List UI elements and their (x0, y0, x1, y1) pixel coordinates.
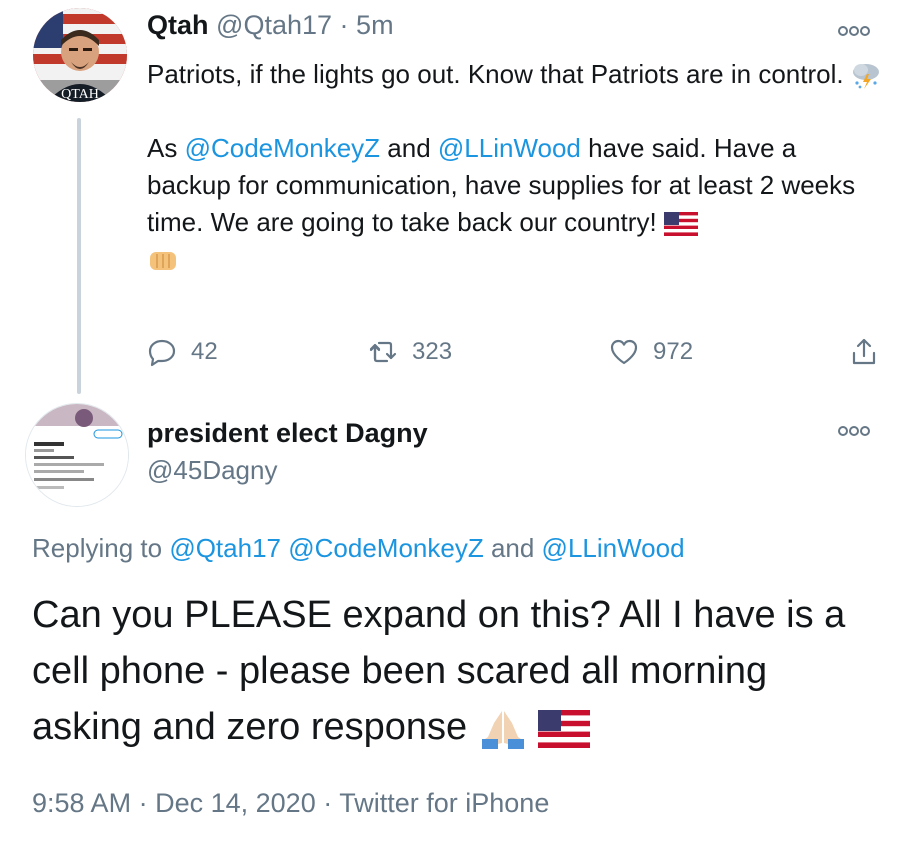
avatar-photo (26, 404, 128, 506)
thunderstorm-emoji (852, 64, 879, 90)
mention-link[interactable]: @Qtah17 (169, 533, 281, 563)
folded-hands-emoji (481, 710, 524, 749)
retweet-count: 323 (412, 338, 453, 365)
share-icon (852, 338, 876, 365)
thread-connector-line (77, 118, 81, 394)
more-icon[interactable] (838, 24, 870, 38)
share-button[interactable] (849, 332, 893, 372)
author-handle: @Qtah17 · 5m (216, 10, 394, 40)
tweet-text: Patriots, if the lights go out. Know tha… (147, 56, 887, 278)
mention-link[interactable]: @CodeMonkeyZ (288, 533, 483, 563)
tweet-time[interactable]: 9:58 AM (32, 788, 131, 818)
author-name[interactable]: Qtah (147, 10, 209, 40)
replying-to: Replying to @Qtah17 @CodeMonkeyZ and @LL… (32, 533, 685, 563)
mention-link[interactable]: @CodeMonkeyZ (185, 133, 380, 163)
tweet-metadata: 9:58 AM · Dec 14, 2020 · Twitter for iPh… (32, 788, 550, 818)
avatar[interactable]: QTAH (33, 8, 127, 102)
like-count: 972 (653, 338, 694, 365)
like-icon (610, 339, 638, 365)
retweet-icon (369, 341, 397, 363)
retweet-button[interactable]: 323 (368, 332, 452, 372)
mention-link[interactable]: @LLinWood (542, 533, 685, 563)
fist-bump-emoji (150, 252, 176, 271)
more-icon[interactable] (838, 424, 870, 438)
author-handle[interactable]: @45Dagny (147, 455, 277, 486)
tweet-text-line1: Patriots, if the lights go out. Know tha… (147, 59, 844, 89)
author-name-row: Qtah @Qtah17 · 5m (147, 10, 394, 41)
reply-count: 42 (191, 338, 218, 365)
tweet-text: Can you PLEASE expand on this? All I hav… (32, 594, 846, 749)
author-name[interactable]: president elect Dagny (147, 418, 428, 449)
avatar[interactable] (25, 403, 129, 507)
avatar-photo: QTAH (33, 8, 127, 102)
us-flag-emoji (663, 212, 698, 237)
tweet-time-ago[interactable]: 5m (356, 10, 394, 40)
tweet-actions: 42 323 972 (147, 332, 887, 372)
svg-text:QTAH: QTAH (61, 87, 99, 102)
reply-icon (148, 339, 176, 367)
mention-link[interactable]: @LLinWood (438, 133, 581, 163)
tweet-date[interactable]: Dec 14, 2020 (155, 788, 316, 818)
reply-button[interactable]: 42 (147, 332, 218, 372)
tweet-source[interactable]: Twitter for iPhone (339, 788, 549, 818)
us-flag-emoji (538, 709, 591, 748)
like-button[interactable]: 972 (609, 332, 693, 372)
